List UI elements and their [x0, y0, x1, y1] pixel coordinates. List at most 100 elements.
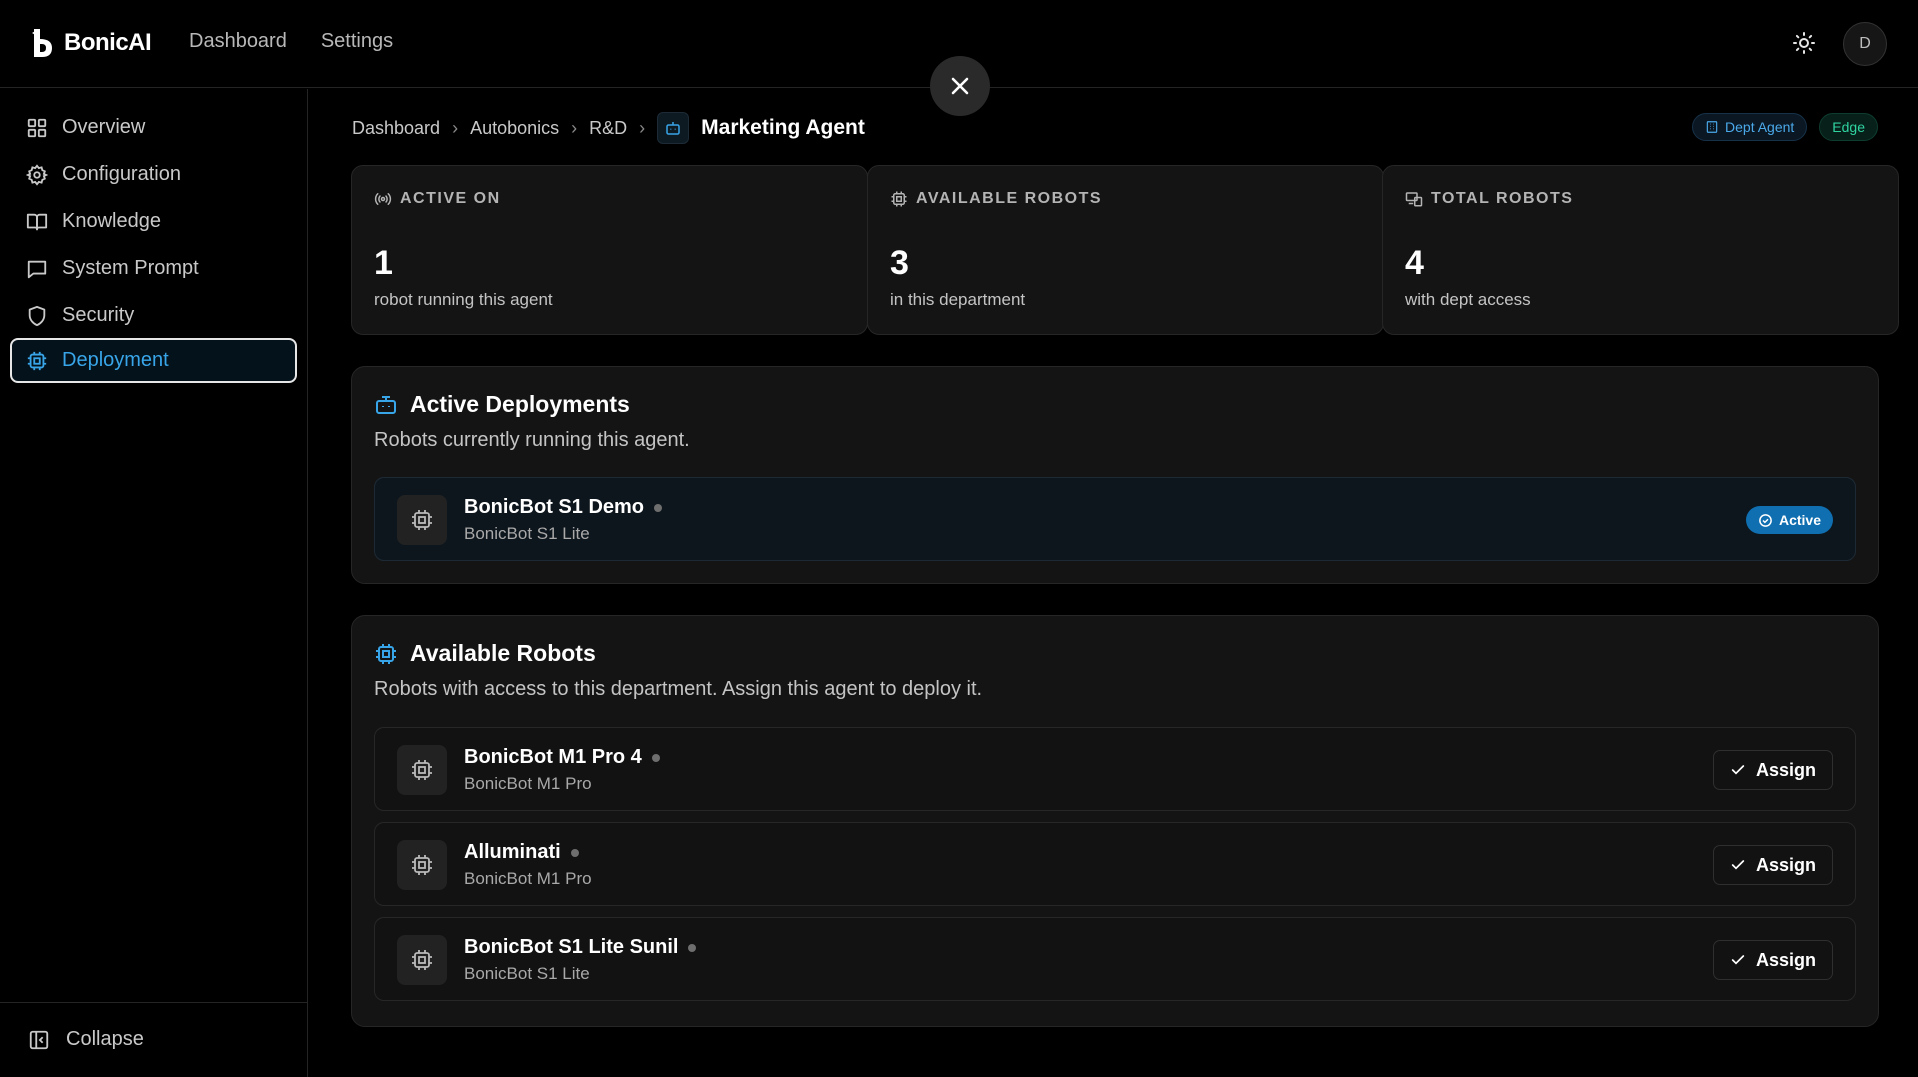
active-deployments-title: Active Deployments — [410, 391, 630, 417]
chip-icon — [412, 510, 432, 530]
agent-icon-container — [657, 112, 690, 144]
robot-model: BonicBot S1 Lite — [464, 964, 590, 983]
available-robot-row: BonicBot S1 Lite Sunil BonicBot S1 Lite … — [374, 917, 1856, 1001]
check-circle-icon — [1759, 513, 1772, 527]
robot-name-text: BonicBot S1 Lite Sunil — [464, 936, 679, 958]
stat-value: 1 — [374, 244, 393, 282]
stat-subtext: robot running this agent — [374, 290, 553, 309]
sidebar-item-knowledge[interactable]: Knowledge — [10, 199, 297, 244]
active-deployments-description: Robots currently running this agent. — [374, 429, 690, 451]
stat-label: TOTAL ROBOTS — [1431, 190, 1574, 207]
bot-icon — [376, 395, 396, 414]
robot-name: BonicBot S1 Lite Sunil — [464, 936, 697, 959]
sidebar-item-label: Knowledge — [62, 210, 161, 232]
active-deployments-panel: Active Deployments Robots currently runn… — [351, 366, 1879, 584]
stat-subtext: in this department — [890, 290, 1026, 309]
chip-icon — [412, 950, 432, 970]
chip-icon — [891, 191, 907, 207]
active-status-label: Active — [1778, 512, 1821, 528]
robot-chip-container — [397, 745, 447, 795]
collapse-label: Collapse — [66, 1028, 144, 1050]
robot-model: BonicBot S1 Lite — [464, 524, 590, 543]
check-icon — [1731, 860, 1745, 870]
devices-icon — [1405, 192, 1423, 207]
panel-title: Available Robots — [374, 640, 596, 667]
assign-button[interactable]: Assign — [1713, 940, 1833, 980]
assign-button[interactable]: Assign — [1713, 750, 1833, 790]
stat-subtext: with dept access — [1405, 290, 1531, 309]
breadcrumb-autobonics[interactable]: Autobonics — [470, 118, 559, 139]
assign-label: Assign — [1755, 759, 1816, 780]
grid-icon — [27, 118, 47, 137]
robot-chip-container — [397, 495, 447, 545]
deployed-robot-row[interactable]: BonicBot S1 Demo BonicBot S1 Lite Active — [374, 477, 1856, 561]
assign-button[interactable]: Assign — [1713, 845, 1833, 885]
robot-model: BonicBot M1 Pro — [464, 774, 592, 793]
top-nav: Dashboard Settings — [189, 30, 393, 53]
breadcrumb-rnd[interactable]: R&D — [589, 118, 627, 139]
status-dot — [688, 943, 697, 952]
status-dot — [651, 753, 660, 762]
assign-label: Assign — [1755, 854, 1816, 875]
close-icon — [951, 77, 969, 95]
theme-toggle-button[interactable] — [1792, 31, 1816, 55]
sidebar-item-label: Deployment — [62, 349, 169, 371]
stat-label: AVAILABLE ROBOTS — [916, 190, 1103, 207]
chevron-right-icon: › — [639, 117, 646, 138]
close-button[interactable] — [930, 56, 990, 116]
available-robot-row: BonicBot M1 Pro 4 BonicBot M1 Pro Assign — [374, 727, 1856, 811]
robot-name-text: BonicBot M1 Pro 4 — [464, 746, 642, 768]
chip-icon — [27, 351, 47, 370]
stat-header: TOTAL ROBOTS — [1405, 190, 1573, 208]
nav-dashboard[interactable]: Dashboard — [189, 30, 287, 53]
sidebar-item-deployment[interactable]: Deployment — [10, 338, 297, 383]
chip-icon — [376, 643, 396, 664]
status-dot — [570, 848, 579, 857]
user-avatar[interactable]: D — [1843, 22, 1887, 66]
robot-chip-container — [397, 840, 447, 890]
breadcrumb-dashboard[interactable]: Dashboard — [352, 118, 440, 139]
active-status-badge: Active — [1745, 506, 1833, 534]
stat-value: 4 — [1405, 244, 1424, 282]
dept-agent-label: Dept Agent — [1725, 119, 1795, 135]
chevron-right-icon: › — [571, 117, 578, 138]
brand-logo[interactable]: BonicAI — [30, 27, 152, 59]
page-title: Marketing Agent — [701, 116, 865, 139]
gear-icon — [26, 163, 48, 186]
available-robots-panel: Available Robots Robots with access to t… — [351, 615, 1879, 1027]
stat-card-active-on: ACTIVE ON 1 robot running this agent — [351, 165, 868, 335]
chip-icon — [412, 855, 432, 875]
sidebar-item-overview[interactable]: Overview — [10, 105, 297, 150]
sidebar-item-label: Configuration — [62, 163, 181, 185]
nav-settings[interactable]: Settings — [321, 30, 393, 53]
broadcast-icon — [374, 193, 392, 205]
edge-badge: Edge — [1819, 113, 1878, 141]
book-icon — [26, 213, 48, 230]
dept-agent-badge: Dept Agent — [1692, 113, 1808, 141]
available-robots-description: Robots with access to this department. A… — [374, 678, 983, 700]
sidebar-item-system-prompt[interactable]: System Prompt — [10, 246, 297, 291]
sidebar-item-security[interactable]: Security — [10, 293, 297, 338]
sun-icon — [1793, 32, 1815, 54]
bot-icon — [666, 122, 680, 135]
status-dot — [654, 503, 663, 512]
sidebar: Overview Configuration Knowledge System … — [0, 89, 308, 1077]
available-robots-title: Available Robots — [410, 640, 596, 666]
chevron-right-icon: › — [452, 117, 459, 138]
collapse-button[interactable]: Collapse — [28, 1028, 144, 1051]
sidebar-item-label: Overview — [62, 116, 146, 138]
robot-name: BonicBot M1 Pro 4 — [464, 746, 660, 769]
sidebar-item-configuration[interactable]: Configuration — [10, 152, 297, 197]
building-icon — [1706, 121, 1718, 133]
sidebar-item-label: Security — [62, 304, 135, 326]
robot-model: BonicBot M1 Pro — [464, 869, 592, 888]
message-icon — [27, 260, 47, 278]
panel-title: Active Deployments — [374, 391, 630, 418]
stat-label: ACTIVE ON — [400, 190, 501, 207]
check-icon — [1731, 955, 1745, 965]
agent-badges: Dept Agent Edge — [1692, 113, 1878, 141]
stat-value: 3 — [890, 244, 909, 282]
robot-name-text: BonicBot S1 Demo — [464, 496, 645, 518]
available-robot-row: Alluminati BonicBot M1 Pro Assign — [374, 822, 1856, 906]
stat-card-available-robots: AVAILABLE ROBOTS 3 in this department — [867, 165, 1384, 335]
